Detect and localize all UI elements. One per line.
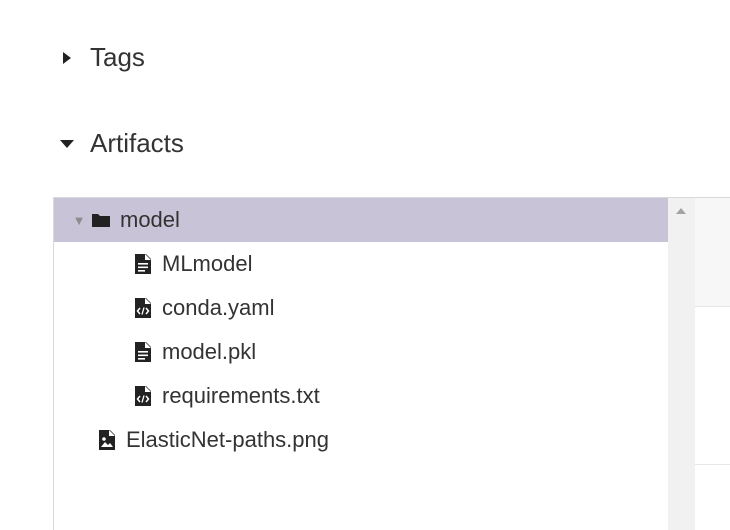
file-code-icon (134, 385, 152, 407)
tree-item-mlmodel[interactable]: MLmodel (54, 242, 668, 286)
file-text-icon (134, 253, 152, 275)
artifacts-panel: ▼ model MLmodel conda.yaml model.pkl req… (53, 197, 730, 530)
folder-icon (92, 209, 110, 231)
artifacts-section-header[interactable]: Artifacts (56, 128, 184, 159)
tags-label: Tags (90, 42, 145, 72)
divider (695, 306, 730, 307)
tree-item-label: MLmodel (162, 251, 253, 276)
file-code-icon (134, 297, 152, 319)
tree-scrollbar[interactable] (668, 198, 695, 530)
artifacts-label: Artifacts (90, 128, 184, 158)
tags-section-header[interactable]: Tags (56, 42, 145, 73)
file-image-icon (98, 429, 116, 451)
tree-item-elasticnet-paths-png[interactable]: ElasticNet-paths.png (54, 418, 668, 462)
tree-toggle-expanded-icon[interactable]: ▼ (72, 213, 86, 228)
artifact-preview-pane (695, 198, 730, 530)
preview-header (695, 198, 730, 306)
caret-down-icon (56, 133, 78, 155)
divider (695, 464, 730, 465)
tree-item-requirements-txt[interactable]: requirements.txt (54, 374, 668, 418)
tree-item-label: model (120, 207, 180, 232)
tree-item-label: ElasticNet-paths.png (126, 427, 329, 452)
caret-right-icon (56, 47, 78, 69)
tree-item-label: model.pkl (162, 339, 257, 364)
tree-item-label: conda.yaml (162, 295, 275, 320)
tree-item-conda-yaml[interactable]: conda.yaml (54, 286, 668, 330)
artifact-file-tree: ▼ model MLmodel conda.yaml model.pkl req… (54, 198, 668, 530)
tree-item-label: requirements.txt (162, 383, 320, 408)
scroll-up-arrow-icon[interactable] (676, 208, 686, 214)
file-text-icon (134, 341, 152, 363)
tree-item-model-folder[interactable]: ▼ model (54, 198, 668, 242)
tree-item-model-pkl[interactable]: model.pkl (54, 330, 668, 374)
